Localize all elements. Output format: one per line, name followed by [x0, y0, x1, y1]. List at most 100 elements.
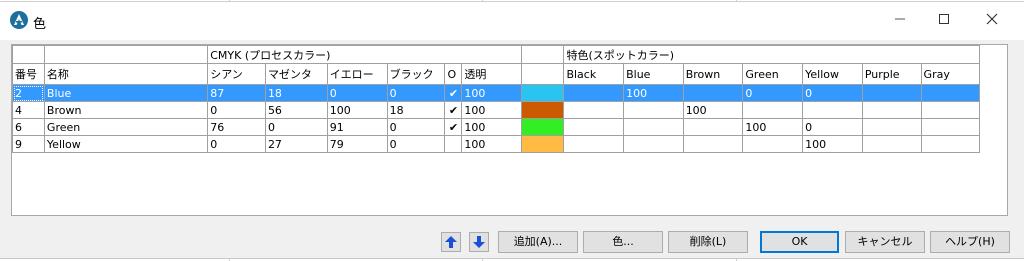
cell-spot-green[interactable]	[742, 135, 804, 153]
cell-spot-purple[interactable]	[861, 118, 922, 136]
help-button[interactable]: ヘルプ(H)	[930, 231, 1010, 253]
cell-magenta[interactable]: 27	[264, 135, 328, 153]
cell-transparency[interactable]: 100	[461, 101, 522, 119]
cell-magenta[interactable]: 56	[264, 101, 328, 119]
delete-button[interactable]: 削除(L)	[668, 231, 748, 253]
cell-spot-brown[interactable]: 100	[682, 101, 744, 119]
cell-spot-yellow[interactable]: 0	[802, 118, 863, 136]
cell-spot-gray[interactable]	[920, 135, 981, 153]
cell-number[interactable]: 9	[12, 135, 45, 153]
table-row[interactable]: 6 Green 76 0 91 0 ✔ 100 100 0	[12, 118, 1007, 136]
cell-name[interactable]: Green	[43, 118, 209, 136]
cell-name[interactable]: Yellow	[43, 135, 209, 153]
cell-spot-yellow[interactable]: 100	[802, 135, 863, 153]
cell-spot-purple[interactable]	[861, 135, 922, 153]
cell-magenta[interactable]: 0	[264, 118, 328, 136]
cell-transparency[interactable]: 100	[461, 118, 522, 136]
close-icon[interactable]	[980, 8, 1004, 32]
table-row[interactable]: 2 Blue 87 18 0 0 ✔ 100 100 0 0	[12, 84, 1007, 102]
cell-spot-green[interactable]: 0	[742, 84, 804, 102]
cell-spot-blue[interactable]	[623, 135, 684, 153]
column-header-o[interactable]: O	[444, 63, 463, 85]
maximize-icon[interactable]	[932, 8, 956, 32]
cell-number[interactable]: 6	[12, 118, 45, 136]
cell-yellow[interactable]: 100	[326, 101, 388, 119]
cell-o-check[interactable]: ✔	[444, 84, 463, 102]
cell-spot-brown[interactable]	[682, 84, 744, 102]
cell-magenta[interactable]: 18	[264, 84, 328, 102]
color-grid-table: CMYK (プロセスカラー) 特色(スポットカラー) 番号 名称 シアン マゼン…	[12, 45, 1007, 153]
cell-number[interactable]: 2	[12, 84, 45, 102]
table-row[interactable]: 4 Brown 0 56 100 18 ✔ 100 100	[12, 101, 1007, 119]
cell-spot-brown[interactable]	[682, 135, 744, 153]
cell-spot-blue[interactable]: 100	[623, 84, 684, 102]
cell-spot-black[interactable]	[563, 118, 625, 136]
cell-yellow[interactable]: 91	[326, 118, 388, 136]
cell-spot-green[interactable]	[742, 101, 804, 119]
cell-spot-black[interactable]	[563, 84, 625, 102]
cell-swatch[interactable]	[520, 101, 565, 119]
column-header-spot-brown[interactable]: Brown	[682, 63, 744, 85]
column-header-transparency[interactable]: 透明	[461, 63, 522, 85]
cell-cyan[interactable]: 0	[207, 135, 266, 153]
cell-yellow[interactable]: 0	[326, 84, 388, 102]
cell-o-check[interactable]	[444, 135, 463, 153]
cell-black[interactable]: 18	[386, 101, 446, 119]
cell-spot-yellow[interactable]	[802, 101, 863, 119]
table-row[interactable]: 9 Yellow 0 27 79 0 100 100	[12, 135, 1007, 153]
move-up-button[interactable]	[441, 232, 461, 252]
cell-transparency[interactable]: 100	[461, 135, 522, 153]
cell-spot-black[interactable]	[563, 101, 625, 119]
cell-spot-blue[interactable]	[623, 118, 684, 136]
column-header-cyan[interactable]: シアン	[207, 63, 266, 85]
column-header-black[interactable]: ブラック	[386, 63, 446, 85]
cell-swatch[interactable]	[520, 135, 565, 153]
column-header-magenta[interactable]: マゼンタ	[264, 63, 328, 85]
move-down-button[interactable]	[469, 232, 489, 252]
cell-spot-gray[interactable]	[920, 101, 981, 119]
cell-cyan[interactable]: 0	[207, 101, 266, 119]
add-button[interactable]: 追加(A)...	[498, 231, 578, 253]
cell-o-check[interactable]: ✔	[444, 118, 463, 136]
cell-black[interactable]: 0	[386, 118, 446, 136]
cell-spot-gray[interactable]	[920, 118, 981, 136]
cell-number[interactable]: 4	[12, 101, 45, 119]
cell-spot-gray[interactable]	[920, 84, 981, 102]
cell-spot-purple[interactable]	[861, 101, 922, 119]
column-header-spot-purple[interactable]: Purple	[861, 63, 922, 85]
cell-name[interactable]: Brown	[43, 101, 209, 119]
cell-o-check[interactable]: ✔	[444, 101, 463, 119]
cell-black[interactable]: 0	[386, 84, 446, 102]
minimize-icon[interactable]	[888, 8, 912, 32]
cancel-button[interactable]: キャンセル	[845, 231, 925, 253]
cell-spot-black[interactable]	[563, 135, 625, 153]
column-header-name[interactable]: 名称	[43, 63, 209, 85]
cell-cyan[interactable]: 76	[207, 118, 266, 136]
cell-black[interactable]: 0	[386, 135, 446, 153]
column-header-yellow[interactable]: イエロー	[326, 63, 388, 85]
cell-spot-brown[interactable]	[682, 118, 744, 136]
arrow-down-icon	[473, 236, 485, 248]
cell-swatch[interactable]	[520, 84, 565, 102]
header-blank	[12, 45, 45, 64]
cell-name[interactable]: Blue	[43, 84, 209, 102]
cell-yellow[interactable]: 79	[326, 135, 388, 153]
color-button[interactable]: 色...	[583, 231, 663, 253]
cell-spot-purple[interactable]	[861, 84, 922, 102]
cell-transparency[interactable]: 100	[461, 84, 522, 102]
column-header-swatch[interactable]	[520, 63, 565, 85]
column-header-number[interactable]: 番号	[12, 63, 45, 85]
cell-spot-green[interactable]: 100	[742, 118, 804, 136]
cell-spot-blue[interactable]	[623, 101, 684, 119]
column-header-spot-yellow[interactable]: Yellow	[802, 63, 863, 85]
cell-swatch[interactable]	[520, 118, 565, 136]
column-header-spot-gray[interactable]: Gray	[920, 63, 981, 85]
column-header-spot-black[interactable]: Black	[563, 63, 625, 85]
color-swatch	[522, 119, 563, 135]
column-header-spot-blue[interactable]: Blue	[623, 63, 684, 85]
row-blank	[979, 84, 1007, 102]
ok-button[interactable]: OK	[760, 231, 839, 253]
cell-cyan[interactable]: 87	[207, 84, 266, 102]
column-header-spot-green[interactable]: Green	[742, 63, 804, 85]
cell-spot-yellow[interactable]: 0	[802, 84, 863, 102]
